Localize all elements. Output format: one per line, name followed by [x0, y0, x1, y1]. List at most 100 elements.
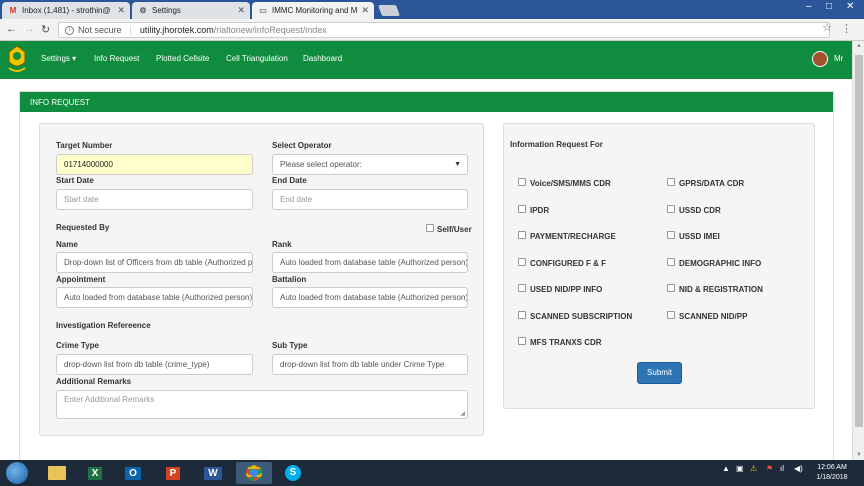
gmail-icon: M — [9, 6, 17, 15]
close-window-icon[interactable]: ✕ — [846, 1, 854, 12]
target-number-input[interactable]: 01714000000 — [56, 154, 253, 175]
page-content: INFO REQUEST Target Number 01714000000 S… — [0, 79, 852, 461]
checkbox-mfs-tranxs-cdr[interactable] — [518, 337, 526, 345]
select-operator-label: Select Operator — [272, 141, 332, 150]
outlook-icon[interactable]: O — [118, 462, 148, 484]
system-clock[interactable]: 12:06 AM 1/18/2018 — [808, 463, 856, 483]
label-payment-recharge: PAYMENT/RECHARGE — [530, 232, 616, 241]
checkbox-used-nid-pp-info[interactable] — [518, 284, 526, 292]
label-ussd-imei: USSD IMEI — [679, 232, 720, 241]
appointment-input[interactable]: Auto loaded from database table (Authori… — [56, 287, 253, 308]
app-navbar: Settings ▾ Info Request Plotted Cellsite… — [0, 41, 852, 79]
browser-menu-icon[interactable]: ⋮ — [841, 22, 852, 35]
tab-title: Inbox (1,481) - strothin@ — [22, 6, 111, 15]
avatar[interactable] — [812, 51, 828, 67]
powerpoint-icon[interactable]: P — [158, 462, 188, 484]
remarks-textarea[interactable]: Enter Additional Remarks ◢ — [56, 390, 468, 419]
sub-type-label: Sub Type — [272, 341, 308, 350]
name-label: Name — [56, 240, 78, 249]
end-date-input[interactable]: End date — [272, 189, 468, 210]
crime-type-label: Crime Type — [56, 341, 99, 350]
file-explorer-icon[interactable] — [42, 462, 72, 484]
information-request-title: Information Request For — [510, 140, 603, 149]
close-icon[interactable]: ✕ — [117, 5, 125, 16]
start-date-label: Start Date — [56, 176, 94, 185]
scroll-thumb[interactable] — [855, 55, 863, 427]
sub-type-select[interactable]: drop-down list from db table under Crime… — [272, 354, 468, 375]
excel-icon[interactable]: X — [80, 462, 110, 484]
operator-select[interactable]: Please select operator: ▼ — [272, 154, 468, 175]
resize-grip-icon[interactable]: ◢ — [460, 410, 465, 417]
tab-gmail[interactable]: M Inbox (1,481) - strothin@ ✕ — [2, 2, 130, 19]
close-icon[interactable]: ✕ — [361, 5, 369, 16]
tray-app-icon[interactable]: ▣ — [736, 464, 744, 473]
new-tab-button[interactable] — [377, 5, 401, 16]
volume-icon[interactable]: ◀) — [794, 464, 803, 473]
checkbox-nid-registration[interactable] — [667, 284, 675, 292]
close-icon[interactable]: ✕ — [237, 5, 245, 16]
tray-warning-icon[interactable]: ⚠ — [750, 464, 757, 473]
checkbox-ussd-cdr[interactable] — [667, 205, 675, 213]
checkbox-voice-sms-mms-cdr[interactable] — [518, 178, 526, 186]
skype-icon[interactable]: S — [278, 462, 308, 484]
checkbox-configured-ff[interactable] — [518, 258, 526, 266]
url-host: utility.jhorotek.com — [139, 25, 214, 35]
tab-settings[interactable]: ⚙ Settings ✕ — [132, 2, 250, 19]
investigation-reference-label: Investigation Refereence — [56, 321, 151, 330]
maximize-icon[interactable]: □ — [826, 1, 832, 12]
scroll-down-icon[interactable]: ▼ — [856, 452, 862, 458]
label-used-nid-pp-info: USED NID/PP INFO — [530, 285, 603, 294]
start-button[interactable] — [6, 462, 28, 484]
back-arrow-icon[interactable]: ← — [6, 23, 17, 35]
word-icon[interactable]: W — [198, 462, 228, 484]
additional-remarks-label: Additional Remarks — [56, 377, 132, 386]
battalion-input[interactable]: Auto loaded from database table (Authori… — [272, 287, 468, 308]
name-select[interactable]: Drop-down list of Officers from db table… — [56, 252, 253, 273]
checkbox-gprs-data-cdr[interactable] — [667, 178, 675, 186]
tab-title: IMMC Monitoring and M — [272, 6, 358, 15]
end-date-label: End Date — [272, 176, 307, 185]
request-form-card: Target Number 01714000000 Select Operato… — [39, 123, 484, 436]
nav-cell-triangulation[interactable]: Cell Triangulation — [226, 54, 288, 63]
tab-immc[interactable]: ▭ IMMC Monitoring and M ✕ — [252, 2, 374, 19]
info-icon[interactable]: i — [65, 25, 74, 35]
signal-icon[interactable]: ıl — [780, 464, 784, 473]
forward-arrow-icon[interactable]: → — [24, 23, 35, 35]
tray-arrow-icon[interactable]: ▲ — [722, 464, 730, 473]
nav-settings[interactable]: Settings ▾ — [41, 54, 76, 63]
nav-info-request[interactable]: Info Request — [94, 54, 139, 63]
chrome-icon[interactable] — [236, 462, 272, 484]
tray-flag-icon[interactable]: ⚑ — [766, 464, 773, 473]
minimize-icon[interactable]: – — [806, 1, 812, 12]
user-name[interactable]: Mr — [834, 54, 843, 63]
reload-icon[interactable]: ↻ — [41, 23, 50, 36]
scroll-up-icon[interactable]: ▲ — [856, 43, 862, 49]
page-icon: ▭ — [259, 6, 267, 15]
appointment-label: Appointment — [56, 275, 106, 284]
checkbox-scanned-subscription[interactable] — [518, 311, 526, 319]
info-request-panel: INFO REQUEST Target Number 01714000000 S… — [19, 91, 834, 461]
checkbox-demographic-info[interactable] — [667, 258, 675, 266]
information-request-card: Information Request For Voice/SMS/MMS CD… — [503, 123, 815, 409]
rank-label: Rank — [272, 240, 292, 249]
battalion-label: Battalion — [272, 275, 307, 284]
start-date-input[interactable]: Start date — [56, 189, 253, 210]
checkbox-scanned-nid-pp[interactable] — [667, 311, 675, 319]
rank-input[interactable]: Auto loaded from database table (Authori… — [272, 252, 468, 273]
bookmark-star-icon[interactable]: ☆ — [822, 21, 832, 34]
url-field[interactable]: i Not secure | utility.jhorotek.com/rial… — [58, 22, 830, 38]
self-user-checkbox[interactable] — [426, 224, 434, 232]
checkbox-ipdr[interactable] — [518, 205, 526, 213]
label-ussd-cdr: USSD CDR — [679, 206, 721, 215]
logo-icon — [8, 45, 26, 72]
nav-dashboard[interactable]: Dashboard — [303, 54, 342, 63]
label-scanned-nid-pp: SCANNED NID/PP — [679, 312, 748, 321]
nav-plotted-cellsite[interactable]: Plotted Cellsite — [156, 54, 209, 63]
checkbox-ussd-imei[interactable] — [667, 231, 675, 239]
page-scrollbar[interactable]: ▲ ▼ — [852, 41, 864, 460]
self-user-label: Self/User — [437, 225, 472, 234]
checkbox-payment-recharge[interactable] — [518, 231, 526, 239]
caret-down-icon: ▾ — [72, 54, 77, 63]
submit-button[interactable]: Submit — [637, 362, 682, 384]
crime-type-select[interactable]: drop-down list from db table (crime_type… — [56, 354, 253, 375]
